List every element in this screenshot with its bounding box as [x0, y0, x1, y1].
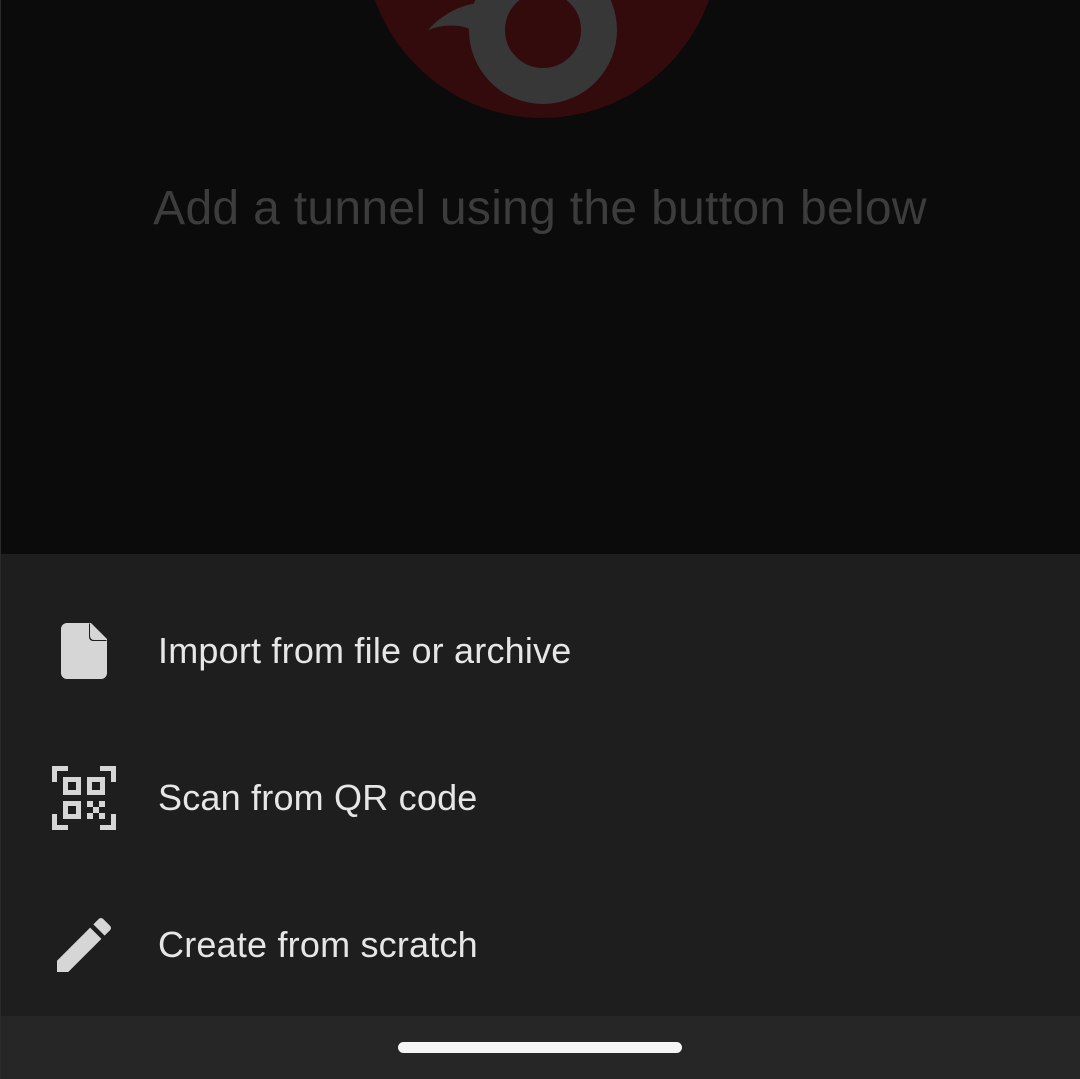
import-from-file-item[interactable]: Import from file or archive	[0, 577, 1080, 724]
qr-code-scanner-icon	[48, 762, 120, 834]
screen: Add a tunnel using the button below Impo…	[0, 0, 1080, 1079]
empty-state-message: Add a tunnel using the button below	[153, 182, 927, 235]
create-from-scratch-item[interactable]: Create from scratch	[0, 871, 1080, 1018]
screen-edge	[0, 0, 1, 1079]
wireguard-logo-icon	[374, 0, 710, 118]
scan-qr-code-label: Scan from QR code	[158, 776, 478, 818]
navigation-bar	[0, 1016, 1080, 1079]
import-from-file-label: Import from file or archive	[158, 629, 572, 671]
file-icon	[48, 615, 120, 687]
scan-qr-code-item[interactable]: Scan from QR code	[0, 724, 1080, 871]
create-from-scratch-label: Create from scratch	[158, 923, 478, 965]
add-tunnel-bottom-sheet: Import from file or archive Scan from QR…	[0, 554, 1080, 1016]
home-gesture-handle[interactable]	[398, 1042, 682, 1053]
pencil-icon	[48, 909, 120, 981]
